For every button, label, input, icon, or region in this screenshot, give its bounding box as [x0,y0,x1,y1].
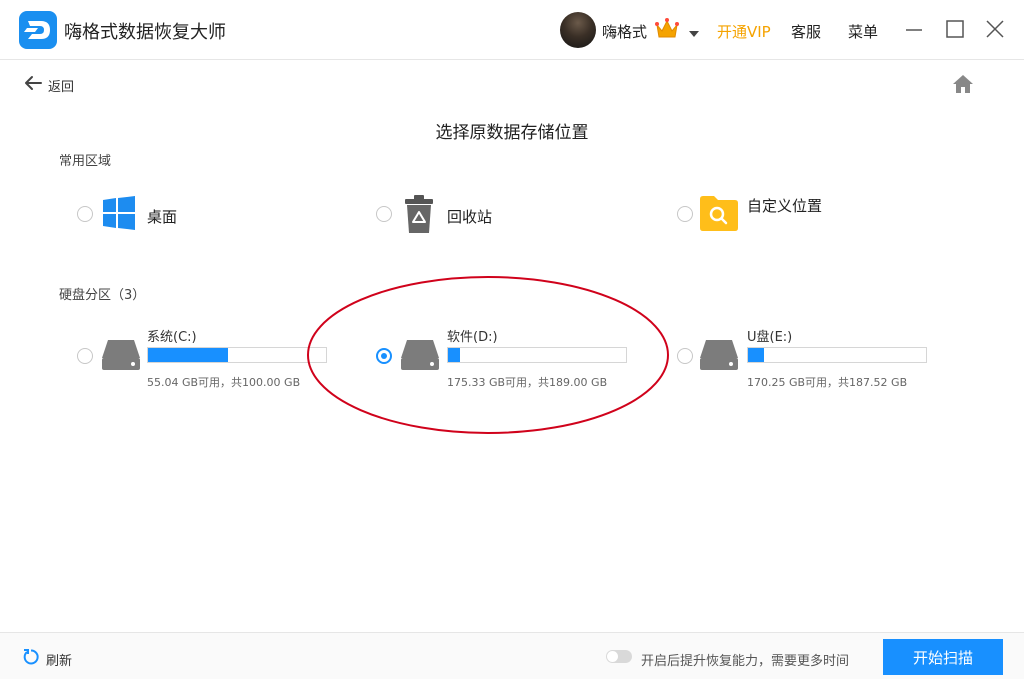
location-label-desktop: 桌面 [147,208,178,226]
disk-usage-bar-c [147,347,327,363]
recycle-bin-icon [401,193,437,239]
deep-scan-toggle-label: 开启后提升恢复能力，需要更多时间 [641,654,850,669]
chevron-down-icon[interactable] [688,24,700,43]
location-label-custom: 自定义位置 [747,197,823,215]
radio-custom-location[interactable] [677,206,693,222]
crown-icon [654,17,680,45]
disk-name-e: U盘(E:) [747,330,793,345]
disk-section-label: 硬盘分区（3） [59,288,146,303]
disk-usage-fill-c [148,348,229,362]
radio-disk-d[interactable] [376,348,392,364]
maximize-icon[interactable] [944,18,966,40]
hard-drive-icon [399,338,441,376]
refresh-button[interactable]: 刷新 [22,648,72,670]
refresh-label: 刷新 [46,653,73,669]
location-label-recycle-bin: 回收站 [447,208,493,226]
close-icon[interactable] [984,18,1006,40]
customer-service-link[interactable]: 客服 [791,21,821,42]
back-label: 返回 [48,79,75,95]
footer-bar: 刷新 开启后提升恢复能力，需要更多时间 开始扫描 [0,632,1024,679]
minimize-icon[interactable] [903,18,925,40]
disk-usage-fill-e [748,348,765,362]
disk-info-d: 175.33 GB可用，共189.00 GB [447,376,608,389]
radio-disk-e[interactable] [677,348,693,364]
username[interactable]: 嗨格式 [602,21,647,42]
start-scan-button[interactable]: 开始扫描 [883,639,1003,675]
disk-usage-bar-d [447,347,627,363]
deep-scan-toggle[interactable] [606,650,632,663]
vip-link[interactable]: 开通VIP [717,21,771,42]
avatar[interactable] [560,12,596,48]
app-title: 嗨格式数据恢复大师 [64,22,226,43]
refresh-icon [22,648,40,670]
common-section-label: 常用区域 [59,154,112,169]
radio-desktop[interactable] [77,206,93,222]
radio-recycle-bin[interactable] [376,206,392,222]
hard-drive-icon [100,338,142,376]
windows-icon [101,195,137,235]
app-logo-icon [19,11,57,49]
arrow-left-icon [24,75,42,95]
title-bar: 嗨格式数据恢复大师 嗨格式 开通VIP 客服 菜单 [0,0,1024,60]
disk-info-e: 170.25 GB可用，共187.52 GB [747,376,908,389]
radio-disk-c[interactable] [77,348,93,364]
disk-name-d: 软件(D:) [447,330,498,345]
folder-search-icon [699,194,739,236]
disk-usage-bar-e [747,347,927,363]
disk-usage-fill-d [448,348,461,362]
menu-link[interactable]: 菜单 [848,21,878,42]
hard-drive-icon [698,338,740,376]
disk-name-c: 系统(C:) [147,330,197,345]
page-title: 选择原数据存储位置 [435,123,589,143]
disk-info-c: 55.04 GB可用，共100.00 GB [147,376,301,389]
back-button[interactable]: 返回 [24,74,74,96]
home-icon[interactable] [951,73,975,99]
